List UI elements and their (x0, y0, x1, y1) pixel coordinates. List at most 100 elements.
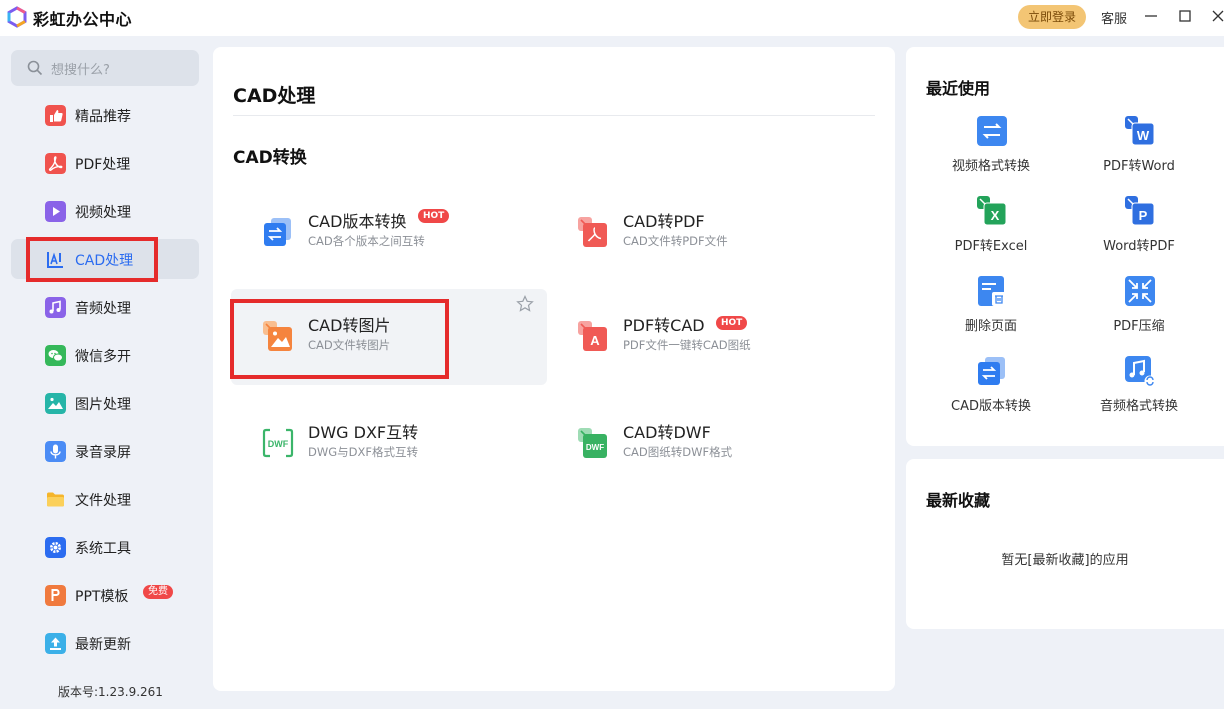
free-badge: 免费 (143, 585, 173, 599)
tool-desc: CAD文件转图片 (308, 338, 391, 352)
recent-item-pdf-to-excel[interactable]: X PDF转Excel (916, 195, 1066, 267)
minimize-icon[interactable] (1140, 5, 1162, 27)
sidebar-item-system[interactable]: 系统工具 (11, 527, 199, 567)
maximize-icon[interactable] (1174, 5, 1196, 27)
tool-card-cad-to-dwf[interactable]: DWF CAD转DWF CAD图纸转DWF格式 (546, 396, 862, 492)
search-placeholder: 想搜什么? (51, 63, 110, 78)
sidebar-item-file[interactable]: 文件处理 (11, 479, 199, 519)
sidebar-item-label: 视频处理 (75, 205, 131, 221)
sidebar-item-video[interactable]: 视频处理 (11, 191, 199, 231)
recent-item-word-to-pdf[interactable]: P Word转PDF (1064, 195, 1214, 267)
recent-item-label: Word转PDF (1103, 239, 1175, 254)
sidebar-item-audio[interactable]: 音频处理 (11, 287, 199, 327)
sidebar-item-ppt[interactable]: PPT模板 免费 (11, 575, 199, 615)
sidebar-item-recommend[interactable]: 精品推荐 (11, 95, 199, 135)
sidebar-item-record[interactable]: 录音录屏 (11, 431, 199, 471)
sidebar-item-label: 微信多开 (75, 349, 131, 365)
sidebar-item-pdf[interactable]: PDF处理 (11, 143, 199, 183)
tool-name: PDF转CAD (623, 316, 705, 335)
word-to-pdf-icon: P (1125, 196, 1155, 226)
cad-to-pdf-icon (578, 217, 607, 247)
version-label: 版本号:1.23.9.261 (58, 685, 163, 699)
sidebar-item-label: CAD处理 (75, 253, 134, 269)
recent-item-pdf-compress[interactable]: PDF压缩 (1064, 275, 1214, 347)
recent-item-cad-version-convert[interactable]: CAD版本转换 (916, 355, 1066, 427)
recent-item-label: PDF转Excel (954, 239, 1028, 254)
sidebar: 想搜什么? 精品推荐 PDF处理 视频处理 CAD处理 音频处理 微信多开 图片… (0, 36, 210, 709)
favorite-star-icon[interactable] (516, 295, 534, 313)
sidebar-item-label: 图片处理 (75, 397, 131, 413)
pdf-to-word-icon: W (1125, 116, 1155, 146)
recent-item-delete-page[interactable]: 删除页面 (916, 275, 1066, 347)
tool-card-dwg-dxf-convert[interactable]: DWF DWG DXF互转 DWG与DXF格式互转 (231, 396, 547, 492)
title-bar: 彩虹办公中心 立即登录 客服 (0, 0, 1224, 36)
recent-item-pdf-to-word[interactable]: W PDF转Word (1064, 115, 1214, 187)
tool-desc: DWG与DXF格式互转 (308, 445, 418, 459)
tool-name: CAD转PDF (623, 212, 705, 231)
tool-desc: PDF文件一键转CAD图纸 (623, 338, 751, 352)
recent-title: 最近使用 (926, 79, 991, 98)
recent-item-video-format[interactable]: 视频格式转换 (916, 115, 1066, 187)
sidebar-item-update[interactable]: 最新更新 (11, 623, 199, 663)
tool-card-cad-version-convert[interactable]: CAD版本转换 HOT CAD各个版本之间互转 (231, 185, 547, 281)
sidebar-item-cad[interactable]: CAD处理 (11, 239, 199, 279)
sidebar-item-wechat[interactable]: 微信多开 (11, 335, 199, 375)
close-icon[interactable] (1207, 5, 1224, 27)
login-button[interactable]: 立即登录 (1018, 5, 1086, 29)
recent-item-label: 音频格式转换 (1099, 399, 1178, 414)
customer-service-link[interactable]: 客服 (1101, 8, 1127, 27)
ppt-icon (45, 585, 66, 606)
folder-icon (47, 492, 64, 507)
dwg-dxf-convert-icon: DWF (262, 428, 294, 458)
tool-card-cad-to-image[interactable]: CAD转图片 CAD文件转图片 (231, 289, 547, 385)
tool-name: DWG DXF互转 (308, 423, 419, 442)
cad-to-dwf-icon: DWF (578, 428, 607, 458)
sidebar-item-label: PDF处理 (75, 157, 131, 173)
sidebar-item-image[interactable]: 图片处理 (11, 383, 199, 423)
pdf-icon (45, 153, 66, 174)
tool-card-cad-to-pdf[interactable]: CAD转PDF CAD文件转PDF文件 (546, 185, 862, 281)
recent-item-label: PDF压缩 (1113, 319, 1165, 334)
music-note-icon (45, 297, 66, 318)
section-title: CAD转换 (233, 148, 307, 168)
recent-item-label: 视频格式转换 (951, 159, 1030, 174)
favorites-empty-text: 暂无[最新收藏]的应用 (1001, 553, 1129, 568)
upload-arrow-icon (45, 633, 66, 654)
sidebar-item-label: 系统工具 (75, 541, 131, 557)
sidebar-item-label: 最新更新 (75, 637, 131, 653)
gear-icon (45, 537, 66, 558)
sidebar-item-label: 文件处理 (75, 493, 131, 509)
icon-text: DWF (268, 439, 289, 449)
main-panel: CAD处理 CAD转换 CAD版本转换 HOT CAD各个版本之间互转 CAD转… (213, 47, 895, 691)
favorites-panel: 最新收藏 暂无[最新收藏]的应用 (906, 459, 1224, 629)
cad-icon (47, 252, 63, 268)
microphone-icon (45, 441, 66, 462)
icon-letter: X (991, 208, 1000, 223)
icon-letter: A (590, 333, 600, 348)
tool-desc: CAD图纸转DWF格式 (623, 445, 733, 459)
search-input[interactable]: 想搜什么? (11, 50, 199, 86)
app-logo-icon (7, 6, 27, 28)
sidebar-item-label: 精品推荐 (75, 109, 131, 125)
tool-desc: CAD各个版本之间互转 (308, 234, 425, 248)
icon-letter: W (1137, 128, 1150, 143)
icon-letter: P (1139, 208, 1148, 223)
recent-item-label: 删除页面 (964, 319, 1017, 334)
pdf-to-cad-icon: A (578, 321, 607, 351)
tool-name: CAD版本转换 (308, 212, 407, 231)
app-title: 彩虹办公中心 (33, 10, 133, 29)
tool-desc: CAD文件转PDF文件 (623, 234, 728, 248)
pdf-to-excel-icon: X (977, 196, 1007, 226)
cad-to-image-icon (263, 321, 292, 351)
tool-name: CAD转DWF (623, 423, 711, 442)
hot-badge: HOT (418, 209, 450, 223)
video-format-convert-icon (977, 116, 1007, 146)
wechat-icon (45, 345, 66, 366)
thumbs-up-icon (45, 105, 66, 126)
pdf-compress-icon (1125, 276, 1155, 306)
recent-item-label: PDF转Word (1103, 159, 1175, 174)
video-play-icon (45, 201, 66, 222)
recent-item-audio-format[interactable]: 音频格式转换 (1064, 355, 1214, 427)
audio-format-convert-icon (1125, 356, 1156, 387)
tool-card-pdf-to-cad[interactable]: A PDF转CAD HOT PDF文件一键转CAD图纸 (546, 289, 862, 385)
